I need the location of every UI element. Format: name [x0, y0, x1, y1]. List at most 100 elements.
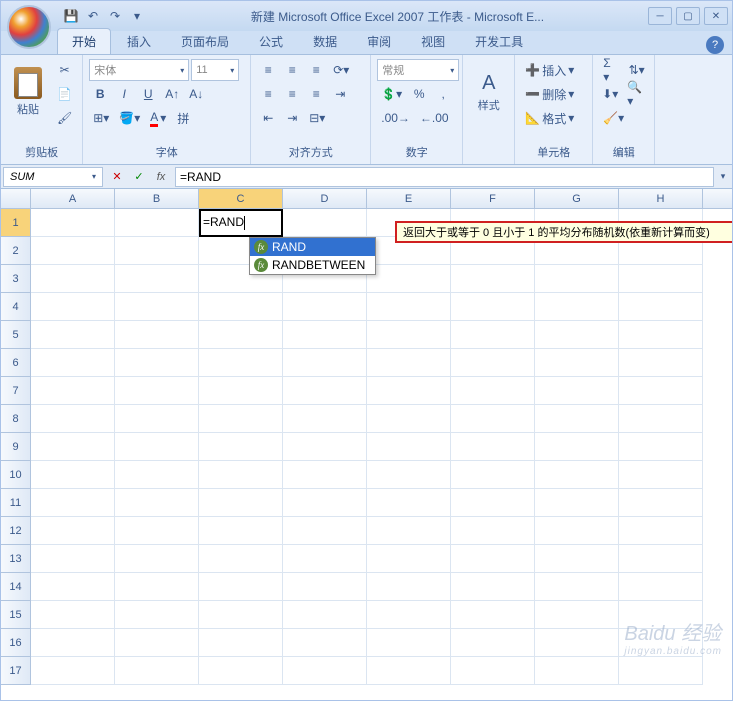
- active-cell-c1[interactable]: =RAND: [199, 209, 283, 237]
- office-button[interactable]: [7, 5, 51, 49]
- insert-function-button[interactable]: fx: [151, 167, 171, 187]
- cell[interactable]: [31, 321, 115, 349]
- cell[interactable]: [367, 545, 451, 573]
- cell[interactable]: [283, 321, 367, 349]
- cell[interactable]: [283, 377, 367, 405]
- cell[interactable]: [31, 349, 115, 377]
- cell[interactable]: [283, 601, 367, 629]
- cell[interactable]: [283, 517, 367, 545]
- cell[interactable]: [31, 209, 115, 237]
- cell[interactable]: [115, 573, 199, 601]
- styles-button[interactable]: A 样式: [469, 59, 508, 125]
- tab-view[interactable]: 视图: [407, 29, 459, 54]
- row-header-3[interactable]: 3: [1, 265, 31, 293]
- row-header-12[interactable]: 12: [1, 517, 31, 545]
- cell[interactable]: [451, 573, 535, 601]
- cell[interactable]: [199, 349, 283, 377]
- qat-dropdown-icon[interactable]: ▾: [127, 6, 147, 26]
- row-header-6[interactable]: 6: [1, 349, 31, 377]
- minimize-button[interactable]: ─: [648, 7, 672, 25]
- cell[interactable]: [31, 629, 115, 657]
- cell[interactable]: [199, 293, 283, 321]
- row-header-7[interactable]: 7: [1, 377, 31, 405]
- cell[interactable]: [535, 489, 619, 517]
- cell[interactable]: [367, 629, 451, 657]
- cell[interactable]: [115, 349, 199, 377]
- number-format-combo[interactable]: 常规▾: [377, 59, 459, 81]
- cell[interactable]: [115, 517, 199, 545]
- close-button[interactable]: ✕: [704, 7, 728, 25]
- cell[interactable]: [451, 433, 535, 461]
- cell[interactable]: [115, 265, 199, 293]
- cell[interactable]: [283, 209, 367, 237]
- col-header-g[interactable]: G: [535, 189, 619, 208]
- copy-button[interactable]: 📄: [53, 83, 76, 105]
- cell[interactable]: [31, 293, 115, 321]
- cell[interactable]: [115, 545, 199, 573]
- cell[interactable]: [619, 265, 703, 293]
- row-header-2[interactable]: 2: [1, 237, 31, 265]
- col-header-e[interactable]: E: [367, 189, 451, 208]
- row-header-8[interactable]: 8: [1, 405, 31, 433]
- cells-viewport[interactable]: // rows rendered after binding below =RA…: [31, 209, 732, 685]
- cell[interactable]: [367, 573, 451, 601]
- increase-decimal-button[interactable]: .00→: [377, 107, 414, 129]
- comma-button[interactable]: ,: [432, 83, 454, 105]
- border-button[interactable]: ⊞▾: [89, 107, 113, 129]
- cell[interactable]: [367, 433, 451, 461]
- expand-formula-bar-icon[interactable]: ▾: [714, 171, 732, 182]
- select-all-corner[interactable]: [1, 189, 31, 208]
- align-right-button[interactable]: ≡: [305, 83, 327, 105]
- cell[interactable]: [31, 545, 115, 573]
- cell[interactable]: [535, 433, 619, 461]
- cell[interactable]: [619, 377, 703, 405]
- cell[interactable]: [31, 657, 115, 685]
- cell[interactable]: [115, 321, 199, 349]
- cell[interactable]: [451, 293, 535, 321]
- delete-cells-button[interactable]: ➖ 删除 ▾: [521, 83, 586, 105]
- cell[interactable]: [367, 461, 451, 489]
- cell[interactable]: [199, 489, 283, 517]
- cell[interactable]: [619, 489, 703, 517]
- cell[interactable]: [451, 517, 535, 545]
- align-bottom-button[interactable]: ≡: [305, 59, 327, 81]
- percent-button[interactable]: %: [408, 83, 430, 105]
- cell[interactable]: [115, 209, 199, 237]
- cell[interactable]: [451, 405, 535, 433]
- cut-button[interactable]: ✂: [53, 59, 76, 81]
- phonetic-button[interactable]: 拼: [172, 107, 194, 129]
- cell[interactable]: [367, 321, 451, 349]
- cell[interactable]: [199, 573, 283, 601]
- cell[interactable]: [199, 601, 283, 629]
- row-header-4[interactable]: 4: [1, 293, 31, 321]
- cell[interactable]: [31, 517, 115, 545]
- help-icon[interactable]: ?: [706, 36, 724, 54]
- row-header-5[interactable]: 5: [1, 321, 31, 349]
- cell[interactable]: [535, 265, 619, 293]
- decrease-indent-button[interactable]: ⇤: [257, 107, 279, 129]
- cell[interactable]: [451, 489, 535, 517]
- cell[interactable]: [535, 377, 619, 405]
- cell[interactable]: [283, 405, 367, 433]
- cell[interactable]: [115, 237, 199, 265]
- col-header-d[interactable]: D: [283, 189, 367, 208]
- cell[interactable]: [451, 265, 535, 293]
- col-header-b[interactable]: B: [115, 189, 199, 208]
- enter-formula-button[interactable]: ✓: [129, 167, 149, 187]
- italic-button[interactable]: I: [113, 83, 135, 105]
- find-button[interactable]: 🔍▾: [623, 83, 648, 105]
- cell[interactable]: [115, 461, 199, 489]
- cell[interactable]: [535, 405, 619, 433]
- row-header-15[interactable]: 15: [1, 601, 31, 629]
- col-header-c[interactable]: C: [199, 189, 283, 208]
- cell[interactable]: [619, 657, 703, 685]
- cell[interactable]: [619, 517, 703, 545]
- maximize-button[interactable]: ▢: [676, 7, 700, 25]
- autocomplete-item-randbetween[interactable]: fx RANDBETWEEN: [250, 256, 375, 274]
- increase-indent-button[interactable]: ⇥: [281, 107, 303, 129]
- cell[interactable]: [115, 657, 199, 685]
- cell[interactable]: [367, 405, 451, 433]
- cell[interactable]: [367, 377, 451, 405]
- cell[interactable]: [199, 461, 283, 489]
- cell[interactable]: [199, 377, 283, 405]
